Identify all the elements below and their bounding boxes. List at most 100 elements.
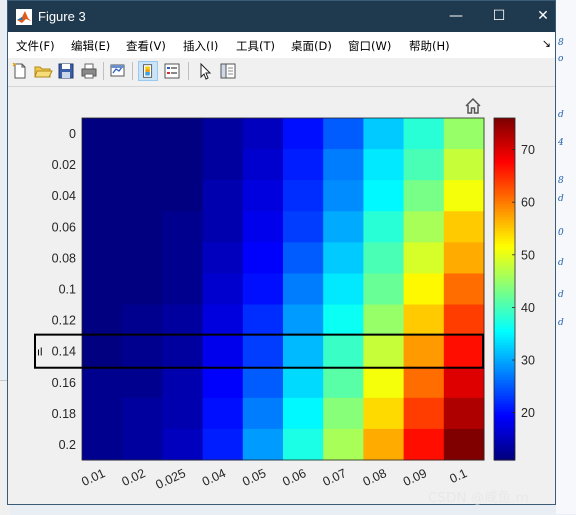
heatmap-cell [363, 428, 405, 461]
x-tick-label: 0.02 [120, 466, 148, 489]
heatmap-cell [283, 118, 324, 150]
heatmap-cell [122, 428, 163, 461]
heatmap-cell [122, 335, 163, 368]
heatmap-cell [162, 335, 204, 368]
heatmap-cell [162, 118, 204, 150]
x-tick-label: 0.01 [79, 466, 107, 489]
editor-text: 0 [558, 228, 564, 238]
heatmap-cell [162, 180, 204, 212]
heatmap-cell [242, 304, 284, 337]
property-inspector-icon[interactable] [218, 61, 238, 81]
heatmap-cell [283, 397, 324, 430]
heatmap-cell [403, 366, 445, 399]
heatmap-cell [443, 211, 485, 243]
heatmap-cell [82, 180, 123, 212]
colorbar-tick-label: 50 [521, 248, 535, 262]
heatmap-cell [443, 118, 485, 150]
menu-insert[interactable]: 插入(I) [183, 38, 218, 54]
heatmap-cell [363, 118, 405, 150]
toolbar-separator [132, 62, 133, 80]
heatmap-cell [443, 335, 485, 368]
colorbar-toggle-icon[interactable] [138, 61, 158, 81]
y-tick-label: 0.18 [52, 407, 76, 421]
row-marker-icon: ıl [37, 347, 43, 359]
heatmap-cell [403, 397, 445, 430]
menu-edit[interactable]: 编辑(E) [71, 38, 110, 54]
heatmap-cell [323, 211, 364, 243]
colorbar-tick-label: 70 [521, 143, 535, 157]
heatmap-cell [202, 366, 244, 399]
heatmap-cell [283, 242, 324, 274]
heatmap-cell [443, 242, 485, 274]
editor-text: 4 [558, 138, 564, 148]
heatmap-cell [323, 149, 364, 181]
heatmap-cell [242, 335, 284, 368]
x-tick-label: 0.09 [401, 466, 429, 489]
x-tick-label: 0.1 [447, 466, 469, 486]
heatmap-cell [363, 211, 405, 243]
heatmap-cell [162, 304, 204, 337]
editor-text: d [558, 318, 564, 328]
heatmap-cell [162, 428, 204, 461]
heatmap-cell [82, 304, 123, 337]
heatmap-cell [403, 335, 445, 368]
menu-desktop[interactable]: 桌面(D) [291, 38, 332, 54]
heatmap-cell [323, 366, 364, 399]
editor-text: o [558, 54, 564, 64]
heatmap-cell [443, 180, 485, 212]
heatmap-cell [202, 273, 244, 306]
heatmap-cell [323, 180, 364, 212]
editor-text: d [558, 258, 564, 268]
y-tick-label: 0.16 [52, 376, 76, 390]
heatmap-cell [242, 149, 284, 181]
heatmap-cell [122, 180, 163, 212]
heatmap-cell [403, 428, 445, 461]
heatmap-cell [443, 304, 485, 337]
heatmap-cell [82, 428, 123, 461]
heatmap-cell [363, 242, 405, 274]
y-tick-label: 0 [69, 127, 76, 141]
heatmap-cell [443, 366, 485, 399]
heatmap-cell [363, 335, 405, 368]
print-icon[interactable] [79, 61, 99, 81]
heatmap-cell [443, 397, 485, 430]
x-tick-label: 0.025 [154, 466, 188, 492]
x-tick-label: 0.07 [321, 466, 349, 489]
heatmap-cell [242, 242, 284, 274]
heatmap-cell [443, 149, 485, 181]
heatmap-cell [202, 118, 244, 150]
menu-file[interactable]: 文件(F) [16, 38, 55, 54]
new-figure-icon[interactable] [10, 61, 30, 81]
heatmap-cell [122, 273, 163, 306]
minimize-button[interactable]: — [433, 1, 479, 32]
menu-bar: 文件(F) 编辑(E) 查看(V) 插入(I) 工具(T) 桌面(D) 窗口(W… [8, 32, 555, 58]
heatmap-cell [323, 335, 364, 368]
menu-view[interactable]: 查看(V) [126, 38, 166, 54]
maximize-button[interactable]: ☐ [476, 1, 522, 32]
heatmap-cell [403, 149, 445, 181]
y-tick-label: 0.1 [59, 283, 76, 297]
link-plot-icon[interactable] [108, 61, 128, 81]
heatmap-cell [202, 180, 244, 212]
legend-toggle-icon[interactable] [162, 61, 182, 81]
title-bar[interactable]: Figure 3 — ☐ ✕ [8, 1, 555, 32]
toolbar [8, 58, 555, 87]
heatmap-cell [283, 273, 324, 306]
heatmap-cell [363, 180, 405, 212]
heatmap-cell [242, 118, 284, 150]
heatmap-cell [122, 242, 163, 274]
open-file-icon[interactable] [33, 61, 53, 81]
menu-overflow-arrow-icon[interactable]: ↘ [542, 37, 551, 50]
menu-tools[interactable]: 工具(T) [236, 38, 275, 54]
save-icon[interactable] [56, 61, 76, 81]
menu-help[interactable]: 帮助(H) [409, 38, 450, 54]
editor-text: 8 [558, 176, 564, 186]
watermark-text: CSDN @咸鱼.m [428, 490, 529, 506]
edit-plot-icon[interactable] [195, 61, 215, 81]
heatmap-cell [82, 242, 123, 274]
heatmap-chart[interactable]: 00.020.040.060.080.10.120.140.160.180.20… [8, 87, 557, 507]
window-title: Figure 3 [38, 9, 86, 24]
menu-window[interactable]: 窗口(W) [348, 38, 391, 54]
heatmap-cell [162, 211, 204, 243]
heatmap-cell [242, 366, 284, 399]
